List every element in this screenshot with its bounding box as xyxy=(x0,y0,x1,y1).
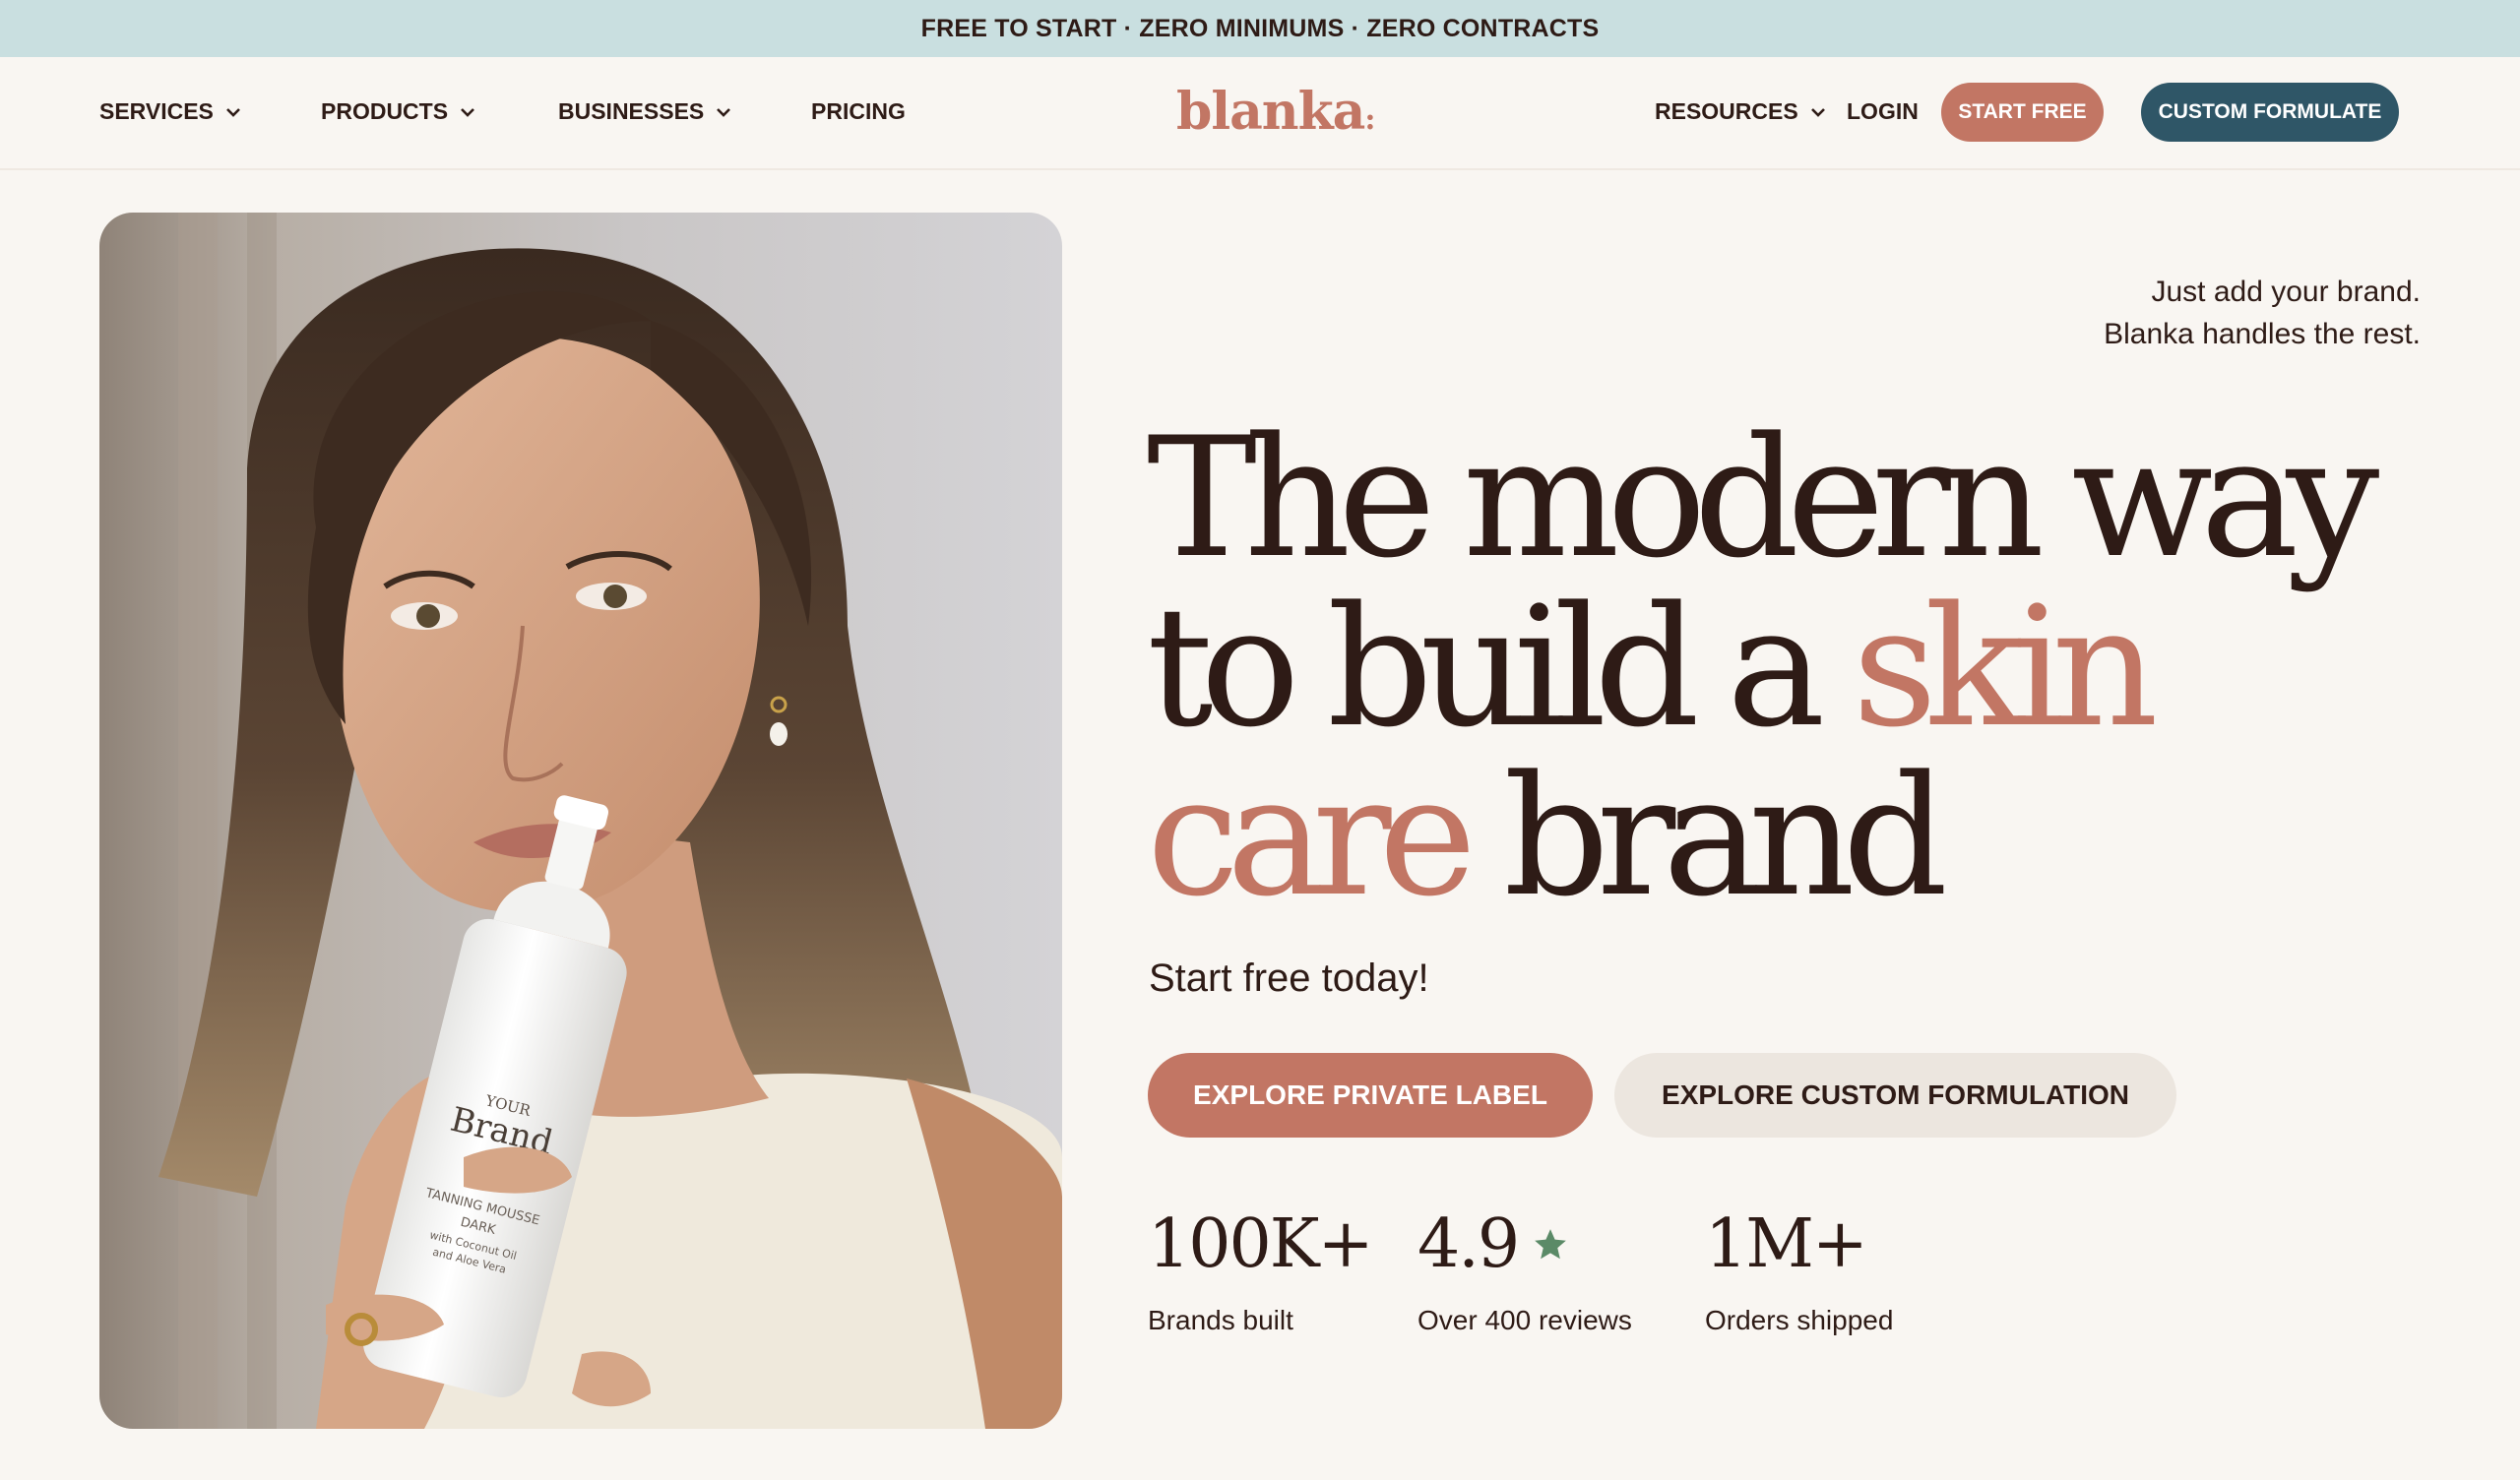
stat-label: Orders shipped xyxy=(1705,1305,1894,1335)
logo-text: blanka xyxy=(1176,82,1365,142)
nav-products[interactable]: PRODUCTS xyxy=(321,98,477,125)
chevron-down-icon xyxy=(225,107,240,117)
stat-value: 4.9 xyxy=(1418,1205,1520,1283)
nav-resources[interactable]: RESOURCES xyxy=(1655,98,1828,125)
chevron-down-icon xyxy=(717,107,731,117)
stat-orders: 1M+ Orders shipped xyxy=(1705,1205,1893,1336)
hero-subheading: Start free today! xyxy=(1149,956,1429,1000)
star-icon xyxy=(1535,1228,1566,1259)
custom-formulate-button[interactable]: CUSTOM FORMULATE xyxy=(2141,83,2399,142)
headline-part1: The modern way to build a xyxy=(1147,401,2379,764)
nav-login-label: LOGIN xyxy=(1847,98,1919,124)
stat-label: Over 400 reviews xyxy=(1418,1305,1632,1335)
nav-pricing[interactable]: PRICING xyxy=(811,98,906,125)
main-nav: SERVICES PRODUCTS BUSINESSES PRICING bla… xyxy=(0,57,2520,170)
explore-custom-formulation-button[interactable]: EXPLORE CUSTOM FORMULATION xyxy=(1614,1053,2176,1138)
nav-login[interactable]: LOGIN xyxy=(1847,98,1919,125)
headline-part2: brand xyxy=(1463,740,1948,933)
tagline-line1: Just add your brand. xyxy=(2151,276,2421,308)
hero-image: YOUR Brand TANNING MOUSSE DARK with Coco… xyxy=(99,213,1062,1429)
stat-brands: 100K+ Brands built xyxy=(1148,1205,1374,1336)
chevron-down-icon xyxy=(461,107,474,117)
nav-pricing-label: PRICING xyxy=(811,98,906,124)
nav-resources-label: RESOURCES xyxy=(1655,98,1798,124)
announcement-bar: FREE TO START · ZERO MINIMUMS · ZERO CON… xyxy=(0,0,2520,57)
stat-reviews: 4.9 Over 400 reviews xyxy=(1418,1205,1632,1336)
announcement-text: FREE TO START · ZERO MINIMUMS · ZERO CON… xyxy=(920,14,1600,42)
hero-headline: The modern way to build a skin care bran… xyxy=(1147,413,2456,921)
explore-private-label-button[interactable]: EXPLORE PRIVATE LABEL xyxy=(1148,1053,1593,1138)
nav-businesses-label: BUSINESSES xyxy=(558,98,705,124)
hero-tagline: Just add your brand. Blanka handles the … xyxy=(2104,271,2421,355)
nav-services-label: SERVICES xyxy=(99,98,214,124)
brand-logo[interactable]: blanka: xyxy=(1176,82,1375,142)
nav-products-label: PRODUCTS xyxy=(321,98,449,124)
tagline-line2: Blanka handles the rest. xyxy=(2104,318,2421,350)
chevron-down-icon xyxy=(1810,107,1825,117)
stat-value: 1M+ xyxy=(1705,1205,1868,1283)
nav-services[interactable]: SERVICES xyxy=(99,98,243,125)
stat-label: Brands built xyxy=(1148,1305,1293,1335)
start-free-button[interactable]: START FREE xyxy=(1941,83,2104,142)
stat-value: 100K+ xyxy=(1148,1205,1374,1283)
stat-value-row: 4.9 xyxy=(1418,1205,1632,1283)
nav-businesses[interactable]: BUSINESSES xyxy=(558,98,733,125)
